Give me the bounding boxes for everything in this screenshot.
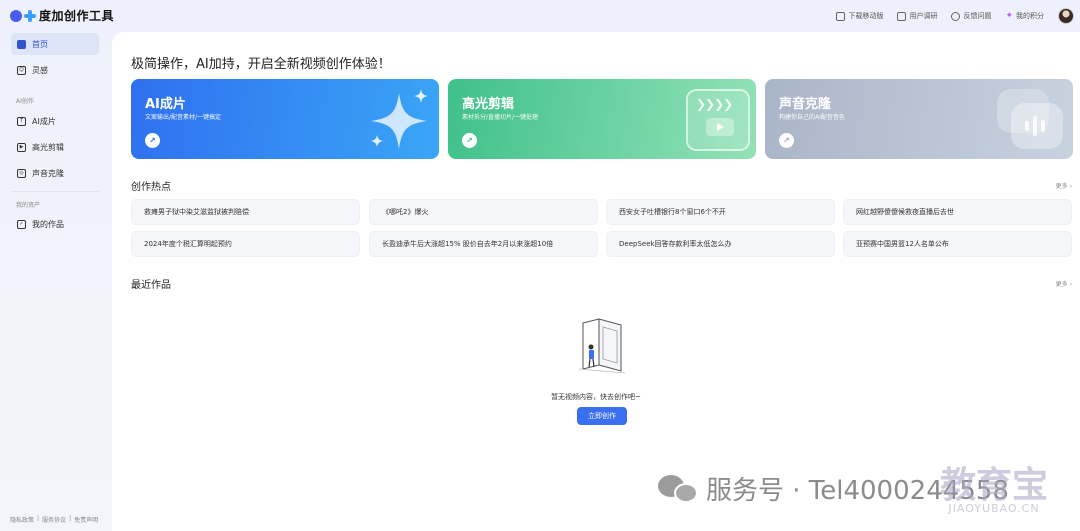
voice-icon: ◎ bbox=[17, 168, 26, 178]
download-mobile-label: 下载移动版 bbox=[848, 12, 884, 20]
play-icon: ▶ bbox=[17, 142, 26, 152]
sidebar-item-inspiration[interactable]: ☺ 灵感 bbox=[11, 59, 99, 81]
hot-topics-title: 创作热点 bbox=[131, 182, 171, 193]
section-label-ai: AI创作 bbox=[16, 98, 34, 105]
card-subtitle: 素材拆分/直播切片/一键处理 bbox=[462, 114, 539, 121]
download-icon bbox=[836, 11, 846, 21]
card-subtitle: 构建你自己的AI配音音色 bbox=[779, 114, 845, 121]
sidebar-item-label: 灵感 bbox=[32, 65, 48, 75]
app-logo[interactable]: 度加创作工具 bbox=[10, 7, 114, 24]
my-points-label: 我的积分 bbox=[1016, 12, 1044, 20]
hot-topic-item[interactable]: 《哪吒2》爆火 bbox=[369, 199, 598, 225]
sidebar-item-label: 声音克隆 bbox=[32, 168, 64, 178]
sidebar-item-voice-clone[interactable]: ◎ 声音克隆 bbox=[11, 162, 99, 184]
hot-topic-item[interactable]: 2024年度个税汇算明起预约 bbox=[131, 231, 360, 257]
survey-icon bbox=[897, 11, 907, 21]
hot-more-link[interactable]: 更多 › bbox=[1056, 181, 1072, 190]
card-ai-video[interactable]: AI成片 文案输出/配音素材/一键搞定 ↗ bbox=[131, 79, 439, 159]
arrow-icon[interactable]: ↗ bbox=[779, 133, 794, 148]
inspiration-icon: ☺ bbox=[17, 65, 26, 75]
recent-more-link[interactable]: 更多 › bbox=[1056, 279, 1072, 288]
feedback-icon bbox=[951, 11, 961, 21]
card-highlight[interactable]: 高光剪辑 素材拆分/直播切片/一键处理 ↗ ❯❯❯❯ bbox=[448, 79, 756, 159]
hot-topic-item[interactable]: 救瘫男子狱中染艾滋监狱被判赔偿 bbox=[131, 199, 360, 225]
top-actions: 下载移动版 用户调研 反馈问题 ✦ 我的积分 bbox=[836, 0, 1080, 32]
hot-topic-item[interactable]: 西安女子吐槽银行8个窗口6个不开 bbox=[606, 199, 835, 225]
card-title: AI成片 bbox=[145, 97, 186, 112]
sparkle-icon bbox=[371, 89, 428, 149]
empty-state-text: 暂无视频内容，快去创作吧~ bbox=[551, 393, 641, 401]
avatar[interactable] bbox=[1058, 8, 1074, 24]
sidebar-divider bbox=[11, 191, 99, 192]
voice-wave-icon bbox=[997, 89, 1067, 151]
disclaimer-link[interactable]: 免责声明 bbox=[74, 515, 98, 524]
download-mobile-button[interactable]: 下载移动版 bbox=[836, 11, 883, 21]
card-title: 高光剪辑 bbox=[462, 97, 515, 112]
home-icon bbox=[17, 39, 26, 49]
brand-watermark-title: 教育宝 bbox=[940, 465, 1049, 506]
sidebar-item-label: AI成片 bbox=[32, 116, 56, 126]
wechat-icon bbox=[658, 473, 700, 505]
brand-watermark-url: JIAOYUBAO.CN bbox=[948, 502, 1040, 515]
feedback-button[interactable]: 反馈问题 bbox=[951, 11, 991, 21]
card-subtitle: 文案输出/配音素材/一键搞定 bbox=[145, 114, 222, 121]
user-survey-label: 用户调研 bbox=[909, 12, 938, 20]
sidebar-item-home[interactable]: 首页 bbox=[11, 33, 99, 55]
my-points-button[interactable]: ✦ 我的积分 bbox=[1005, 11, 1044, 21]
more-label: 更多 bbox=[1055, 183, 1068, 190]
hot-topic-item[interactable]: 长盈迪承牛后大涨超15% 股价自去年2月以来涨超10倍 bbox=[369, 231, 598, 257]
arrow-icon[interactable]: ↗ bbox=[145, 133, 160, 148]
sidebar-item-ai-video[interactable]: T AI成片 bbox=[11, 110, 99, 132]
film-icon: ❯❯❯❯ bbox=[686, 89, 750, 151]
page-title: 极简操作，AI加持，开启全新视频创作体验！ bbox=[131, 57, 391, 72]
hot-topic-item[interactable]: 网红越野傻傻候救夜直播后去世 bbox=[843, 199, 1072, 225]
sidebar-item-label: 高光剪辑 bbox=[32, 142, 64, 152]
recent-works-title: 最近作品 bbox=[131, 280, 171, 291]
brand-watermark: 教育宝 JIAOYUBAO.CN bbox=[940, 456, 1048, 515]
terms-link[interactable]: 服务协议 bbox=[42, 515, 66, 524]
user-survey-button[interactable]: 用户调研 bbox=[897, 11, 937, 21]
hot-topic-item[interactable]: 亚预赛中国男篮12人名单公布 bbox=[843, 231, 1072, 257]
arrow-icon[interactable]: ↗ bbox=[462, 133, 477, 148]
sidebar: 首页 ☺ 灵感 AI创作 T AI成片 ▶ 高光剪辑 ◎ 声音克隆 我的资产 ✓… bbox=[0, 32, 112, 531]
check-box-icon: ✓ bbox=[17, 219, 26, 229]
app-title: 度加创作工具 bbox=[39, 9, 115, 23]
footer-links: 隐私政策 | 服务协议 | 免责声明 bbox=[10, 515, 99, 524]
sidebar-item-highlight[interactable]: ▶ 高光剪辑 bbox=[11, 136, 99, 158]
feedback-label: 反馈问题 bbox=[963, 12, 992, 20]
logo-icon bbox=[10, 9, 36, 22]
section-label-assets: 我的资产 bbox=[16, 202, 41, 209]
card-voice-clone[interactable]: 声音克隆 构建你自己的AI配音音色 ↗ bbox=[765, 79, 1073, 159]
sidebar-item-label: 我的作品 bbox=[32, 219, 64, 229]
card-title: 声音克隆 bbox=[779, 97, 832, 112]
text-t-icon: T bbox=[17, 116, 26, 126]
create-now-button[interactable]: 立即创作 bbox=[577, 407, 627, 425]
sidebar-item-my-works[interactable]: ✓ 我的作品 bbox=[11, 213, 99, 235]
hot-topic-item[interactable]: DeepSeek回答存款利率太低怎么办 bbox=[606, 231, 835, 257]
more-label: 更多 bbox=[1055, 281, 1068, 288]
privacy-link[interactable]: 隐私政策 bbox=[10, 515, 34, 524]
sidebar-item-label: 首页 bbox=[32, 39, 48, 49]
top-bar: 度加创作工具 下载移动版 用户调研 反馈问题 ✦ 我的积分 bbox=[0, 0, 1080, 32]
main-content: 极简操作，AI加持，开启全新视频创作体验！ AI成片 文案输出/配音素材/一键搞… bbox=[112, 32, 1080, 531]
empty-book-illustration bbox=[578, 318, 626, 374]
points-icon: ✦ bbox=[1005, 10, 1013, 21]
